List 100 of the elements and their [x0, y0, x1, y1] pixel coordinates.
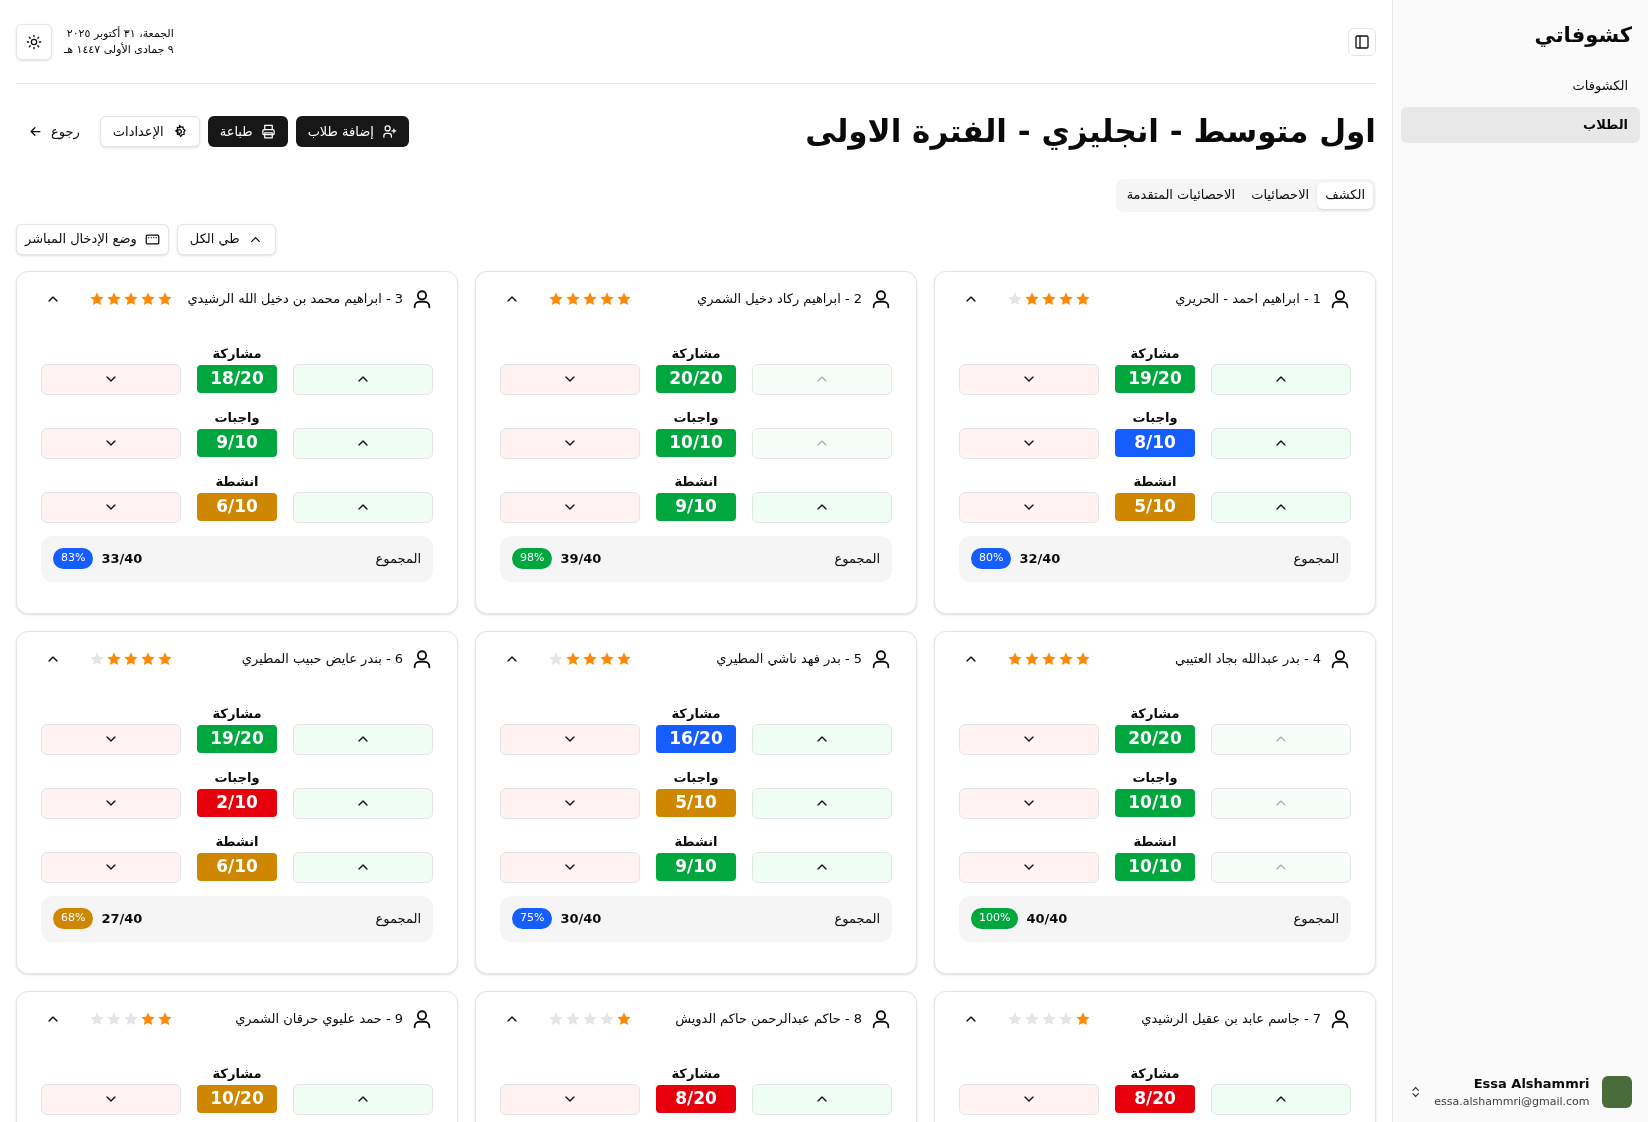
collapse-button[interactable]: طي الكل — [176, 223, 276, 255]
student-name: 3 - ابراهيم محمد بن دخيل الله الرشيدي — [187, 290, 403, 309]
score-badge: 6/10 — [197, 493, 277, 521]
total-label: المجموع — [1293, 909, 1339, 929]
metric-label: واجبات — [1132, 408, 1178, 427]
star-icon — [157, 1011, 173, 1027]
star-icon — [123, 291, 139, 307]
increase-button[interactable] — [752, 787, 892, 819]
metric-label: مشاركة — [1130, 344, 1180, 363]
metric-label: مشاركة — [1130, 704, 1180, 723]
decrease-button[interactable] — [41, 723, 181, 755]
increase-button[interactable] — [752, 491, 892, 523]
metric-label: انشطة — [674, 472, 718, 491]
star-icon — [140, 651, 156, 667]
metric-label: واجبات — [1132, 768, 1178, 787]
decrease-button[interactable] — [959, 363, 1099, 395]
decrease-button[interactable] — [500, 787, 640, 819]
increase-button[interactable] — [752, 1083, 892, 1115]
star-icon — [140, 1011, 156, 1027]
metric-label: واجبات — [214, 768, 260, 787]
increase-button[interactable] — [293, 363, 433, 395]
student-name: 5 - بدر فهد ناشي المطيري — [716, 650, 862, 669]
percent-badge: 68% — [53, 908, 94, 929]
nav-item[interactable]: الطلاب — [1401, 107, 1640, 143]
decrease-button[interactable] — [500, 363, 640, 395]
increase-button[interactable] — [293, 491, 433, 523]
star-icon — [616, 291, 632, 307]
keyboard-icon — [144, 231, 160, 247]
decrease-button[interactable] — [41, 427, 181, 459]
score-badge: 2/10 — [197, 789, 277, 817]
increase-button[interactable] — [752, 851, 892, 883]
metric-label: واجبات — [673, 408, 719, 427]
gregorian-date: الجمعة، ٣١ أكتوبر ٢٠٢٥ — [66, 25, 174, 42]
student-name: 8 - حاكم عبدالرحمن حاكم الدويش — [675, 1010, 862, 1029]
decrease-button[interactable] — [41, 363, 181, 395]
decrease-button[interactable] — [500, 427, 640, 459]
star-icon — [1041, 1011, 1057, 1027]
user-icon — [411, 648, 433, 670]
increase-button[interactable] — [1211, 1083, 1351, 1115]
decrease-button[interactable] — [959, 851, 1099, 883]
increase-button[interactable] — [1211, 427, 1351, 459]
score-badge: 20/20 — [1115, 725, 1195, 753]
star-icon — [1075, 291, 1091, 307]
decrease-button[interactable] — [41, 491, 181, 523]
tab[interactable]: الاحصائيات — [1243, 181, 1318, 209]
star-icon — [89, 1011, 105, 1027]
increase-button[interactable] — [1211, 491, 1351, 523]
increase-button[interactable] — [752, 723, 892, 755]
decrease-button[interactable] — [41, 851, 181, 883]
star-icon — [106, 291, 122, 307]
user-plus-icon — [381, 123, 397, 139]
settings-button[interactable]: الإعدادات — [99, 115, 200, 147]
metric-label: مشاركة — [671, 1064, 721, 1083]
direct-button[interactable]: وضع الإدخال المباشر — [16, 223, 169, 255]
decrease-button[interactable] — [959, 491, 1099, 523]
score-badge: 6/10 — [197, 853, 277, 881]
star-icon — [565, 291, 581, 307]
star-icon — [565, 1011, 581, 1027]
star-icon — [616, 651, 632, 667]
decrease-button[interactable] — [959, 723, 1099, 755]
increase-button[interactable] — [293, 787, 433, 819]
theme-toggle-button[interactable] — [16, 23, 52, 60]
student-name: 4 - بدر عبدالله بجاد العتيبي — [1175, 650, 1321, 669]
sidebar-icon — [1354, 33, 1370, 50]
print-button[interactable]: طباعة — [207, 115, 288, 147]
nav-item[interactable]: الكشوفات — [1401, 67, 1640, 103]
student-name: 7 - جاسم عابد بن عقيل الرشيدي — [1141, 1010, 1321, 1029]
percent-badge: 75% — [512, 908, 553, 929]
user-name: Essa Alshammri — [1473, 1075, 1590, 1093]
decrease-button[interactable] — [41, 1083, 181, 1115]
decrease-button[interactable] — [500, 491, 640, 523]
decrease-button[interactable] — [959, 787, 1099, 819]
avatar-photo-placeholder — [1601, 1076, 1632, 1108]
increase-button[interactable] — [293, 427, 433, 459]
decrease-button[interactable] — [959, 1083, 1099, 1115]
total-score: 39/40 — [560, 549, 602, 568]
sidebar-toggle-button[interactable] — [1348, 27, 1376, 56]
star-icon — [599, 291, 615, 307]
star-icon — [89, 651, 105, 667]
decrease-button[interactable] — [959, 427, 1099, 459]
decrease-button[interactable] — [500, 723, 640, 755]
increase-button[interactable] — [293, 723, 433, 755]
score-badge: 19/20 — [1115, 365, 1195, 393]
increase-button[interactable] — [293, 851, 433, 883]
star-icon — [1041, 651, 1057, 667]
decrease-button[interactable] — [41, 787, 181, 819]
decrease-button[interactable] — [500, 851, 640, 883]
metric-label: مشاركة — [212, 344, 262, 363]
tab[interactable]: الكشف — [1317, 181, 1373, 209]
metric-label: انشطة — [215, 832, 259, 851]
add-button[interactable]: إضافة طلاب — [295, 115, 409, 147]
star-icon — [616, 1011, 632, 1027]
decrease-button[interactable] — [500, 1083, 640, 1115]
increase-button[interactable] — [1211, 363, 1351, 395]
tab[interactable]: الاحصائيات المتقدمة — [1118, 181, 1244, 209]
back-link[interactable]: رجوع — [16, 115, 92, 147]
increase-button[interactable] — [293, 1083, 433, 1115]
star-icon — [582, 1011, 598, 1027]
star-icon — [1007, 651, 1023, 667]
score-badge: 8/20 — [1115, 1085, 1195, 1113]
